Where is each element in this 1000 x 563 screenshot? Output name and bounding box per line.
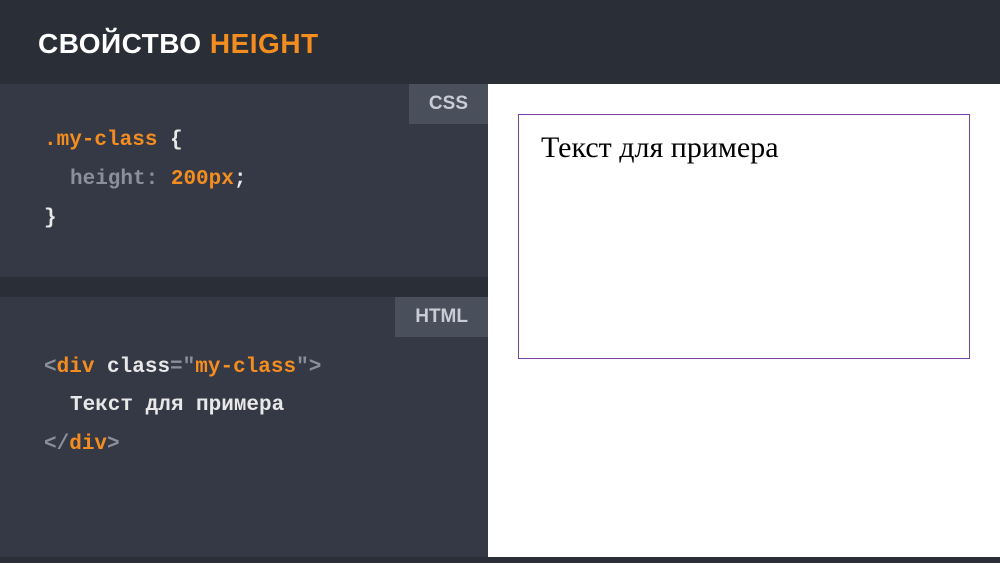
css-semicolon: ; xyxy=(234,168,247,191)
slide-title: СВОЙСТВО HEIGHT xyxy=(38,28,962,60)
css-colon: : xyxy=(146,168,159,191)
css-code-block: CSS .my-class { height: 200px; } xyxy=(0,84,488,277)
open-gt: > xyxy=(309,356,322,379)
close-tag: div xyxy=(69,433,107,456)
css-property: height xyxy=(70,168,146,191)
attr-value: my-class xyxy=(195,356,296,379)
preview-column: Текст для примера xyxy=(488,84,1000,557)
html-code: <div class="my-class"> Текст для примера… xyxy=(44,349,450,466)
css-brace-open: { xyxy=(170,129,183,152)
css-brace-close: } xyxy=(44,207,57,230)
title-prefix: СВОЙСТВО xyxy=(38,28,210,59)
title-accent: HEIGHT xyxy=(210,28,319,59)
css-label: CSS xyxy=(409,84,488,124)
css-code: .my-class { height: 200px; } xyxy=(44,122,450,239)
slide-header: СВОЙСТВО HEIGHT xyxy=(0,0,1000,84)
css-selector: .my-class xyxy=(44,129,157,152)
html-label: HTML xyxy=(395,297,488,337)
open-lt: < xyxy=(44,356,57,379)
attr-eq: = xyxy=(170,356,183,379)
attr-quote-open: " xyxy=(183,356,196,379)
html-text: Текст для примера xyxy=(44,387,284,426)
attr-name: class xyxy=(107,356,170,379)
close-lt: </ xyxy=(44,433,69,456)
slide-content: CSS .my-class { height: 200px; } HTML <d… xyxy=(0,84,1000,557)
preview-text: Текст для примера xyxy=(541,129,947,167)
close-gt: > xyxy=(107,433,120,456)
html-code-block: HTML <div class="my-class"> Текст для пр… xyxy=(0,297,488,557)
css-value: 200px xyxy=(171,168,234,191)
code-column: CSS .my-class { height: 200px; } HTML <d… xyxy=(0,84,488,557)
preview-box: Текст для примера xyxy=(518,114,970,359)
open-tag: div xyxy=(57,356,95,379)
attr-quote-close: " xyxy=(296,356,309,379)
